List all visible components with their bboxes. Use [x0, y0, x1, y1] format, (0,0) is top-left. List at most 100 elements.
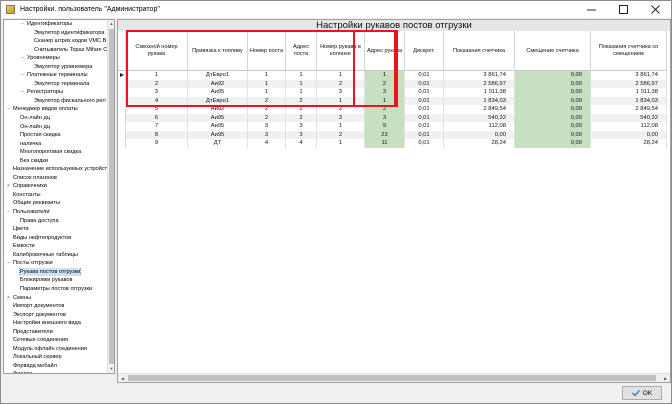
table-cell[interactable]: 2 — [248, 113, 286, 122]
tree-item[interactable]: Фиолка — [4, 370, 108, 373]
table-cell[interactable]: 1 — [248, 79, 286, 88]
ok-button[interactable]: OK — [622, 386, 662, 400]
tree-item[interactable]: Локальный сервер — [4, 353, 108, 362]
tree-item[interactable]: − Посты отгрузки — [4, 259, 108, 268]
table-row[interactable]: 4 ДтЕвро1 2 2 1 1 0,01 1 834,03 0,00 1 834,03 — [118, 96, 667, 105]
table-cell[interactable]: 8 — [126, 130, 188, 139]
table-cell[interactable]: 3 — [365, 88, 405, 97]
tree-item[interactable]: Цвета — [4, 225, 108, 234]
table-cell[interactable]: 9 — [365, 122, 405, 131]
table-cell[interactable]: 2 — [317, 130, 365, 139]
table-cell[interactable]: 0,01 — [405, 105, 444, 114]
table-cell[interactable]: 3 — [248, 122, 286, 131]
table-cell[interactable]: 7 — [126, 122, 188, 131]
collapse-icon[interactable]: − — [6, 105, 11, 114]
column-header[interactable]: Показания счетчика со смещением — [591, 31, 667, 71]
column-header[interactable]: Адрес поста — [286, 31, 317, 71]
table-cell[interactable]: 3 861,74 — [444, 71, 515, 80]
table-cell[interactable]: 2 — [317, 105, 365, 114]
tree-item[interactable]: Эмулятор уровнемера — [4, 63, 108, 72]
scroll-up-icon[interactable]: ▲ — [108, 20, 114, 28]
tree-item[interactable]: Без скидки — [4, 157, 108, 166]
collapse-icon[interactable]: − — [6, 259, 11, 268]
table-cell[interactable]: Аи95 — [188, 130, 248, 139]
table-cell[interactable]: 2 586,97 — [591, 79, 667, 88]
table-cell[interactable]: ДтЕвро1 — [188, 71, 248, 80]
table-cell[interactable]: Аи92 — [188, 105, 248, 114]
table-cell[interactable]: 0,01 — [405, 71, 444, 80]
table-cell[interactable]: 3 — [317, 88, 365, 97]
collapse-icon[interactable]: − — [6, 208, 11, 217]
table-cell[interactable]: 2 586,97 — [444, 79, 515, 88]
table-row[interactable]: 6 Аи95 2 2 3 3 0,01 540,32 0,00 540,32 — [118, 113, 667, 122]
tree-item[interactable]: − Уровнемеры — [4, 54, 108, 63]
collapse-icon[interactable]: − — [20, 54, 25, 63]
table-cell[interactable]: 1 — [248, 88, 286, 97]
table-cell[interactable]: 0,00 — [444, 130, 515, 139]
table-cell[interactable]: 1 — [286, 71, 317, 80]
expand-icon[interactable]: > — [6, 294, 11, 303]
table-cell[interactable]: 1 — [317, 96, 365, 105]
minimize-button[interactable] — [575, 1, 607, 18]
table-cell[interactable]: Аи95 — [188, 88, 248, 97]
column-header[interactable]: Адрес рукава — [365, 31, 405, 71]
table-cell[interactable]: 2 — [286, 113, 317, 122]
grid-hscrollbar[interactable]: ◀ ▶ — [118, 373, 670, 382]
table-cell[interactable]: 3 — [126, 88, 188, 97]
collapse-icon[interactable]: − — [20, 20, 25, 29]
table-cell[interactable]: 112,08 — [591, 122, 667, 131]
tree-item[interactable]: Эмулятор идентификатора — [4, 29, 108, 38]
table-cell[interactable]: 3 — [248, 130, 286, 139]
table-cell[interactable]: 1 — [365, 71, 405, 80]
tree-item[interactable]: Многопороговая скидка — [4, 148, 108, 157]
tree-item[interactable]: Сетевые соединения — [4, 336, 108, 345]
table-row[interactable]: 2 Аи92 1 1 2 2 0,01 2 586,97 0,00 2 586,97 — [118, 79, 667, 88]
tree-scroll-thumb[interactable] — [109, 29, 114, 364]
table-cell[interactable]: 1 011,38 — [444, 88, 515, 97]
table-cell[interactable]: 0,00 — [515, 71, 591, 80]
tree-item[interactable]: Он-лайн дц — [4, 114, 108, 123]
tree-item[interactable]: Сканер штрих кодов VMC B — [4, 37, 108, 46]
table-cell[interactable]: 0,00 — [515, 96, 591, 105]
tree-scrollbar[interactable]: ▲ ▼ — [107, 20, 114, 373]
tree-item[interactable]: Общие реквизиты — [4, 199, 108, 208]
table-cell[interactable]: ДтЕвро1 — [188, 96, 248, 105]
table-cell[interactable]: 2 — [286, 96, 317, 105]
tree-item[interactable]: Виды нефтепродуктов — [4, 234, 108, 243]
table-cell[interactable]: 1 — [317, 122, 365, 131]
table-cell[interactable]: Аи95 — [188, 113, 248, 122]
table-cell[interactable]: 3 861,74 — [591, 71, 667, 80]
table-cell[interactable]: 0,01 — [405, 113, 444, 122]
tree-item[interactable]: Рукава постов отгрузки — [4, 267, 108, 277]
table-cell[interactable]: 0,01 — [405, 122, 444, 131]
table-cell[interactable]: 3 — [286, 122, 317, 131]
table-row[interactable]: 3 Аи95 1 1 3 3 0,01 1 011,38 0,00 1 011,38 — [118, 88, 667, 97]
tree-item[interactable]: Импорт документов — [4, 302, 108, 311]
table-cell[interactable]: 0,00 — [515, 105, 591, 114]
table-cell[interactable]: 0,00 — [515, 130, 591, 139]
tree-item[interactable]: Модуль офлайн соединения — [4, 345, 108, 354]
table-cell[interactable]: 540,32 — [591, 113, 667, 122]
table-cell[interactable]: 0,00 — [515, 139, 591, 148]
tree-item[interactable]: Представители — [4, 328, 108, 337]
column-header[interactable]: Сквозной номер рукава — [126, 31, 188, 71]
table-cell[interactable]: 0,00 — [515, 79, 591, 88]
tree-item[interactable]: Константы — [4, 191, 108, 200]
table-cell[interactable]: 0,00 — [591, 130, 667, 139]
tree-item[interactable]: − Менеджер видов оплаты — [4, 105, 108, 114]
expand-icon[interactable]: > — [6, 182, 11, 191]
tree-item[interactable]: Эмулятор терминала — [4, 80, 108, 89]
table-cell[interactable]: 2 849,54 — [444, 105, 515, 114]
table-cell[interactable]: 6 — [126, 113, 188, 122]
table-cell[interactable]: 5 — [126, 105, 188, 114]
column-header[interactable]: Номер рукава в колонке — [317, 31, 365, 71]
tree-item[interactable]: − Платежные терминалы — [4, 71, 108, 80]
tree-item[interactable]: Настройки внешнего вида — [4, 319, 108, 328]
table-cell[interactable]: 4 — [126, 96, 188, 105]
table-cell[interactable]: 0,01 — [405, 139, 444, 148]
tree-item[interactable]: Экспорт документов — [4, 311, 108, 320]
table-cell[interactable]: 11 — [365, 139, 405, 148]
settings-tree[interactable]: − Идентификаторы Эмулятор идентификатора Ск… — [3, 19, 115, 374]
tree-item[interactable]: Форвард мобайл — [4, 362, 108, 371]
tree-item[interactable]: Параметры постов отгрузки — [4, 285, 108, 294]
